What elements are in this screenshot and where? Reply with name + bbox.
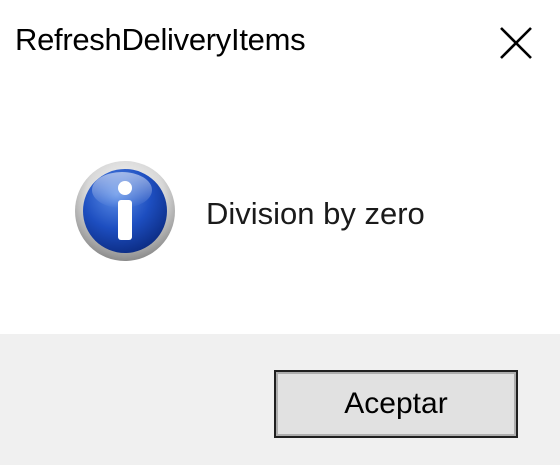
info-icon — [72, 158, 178, 264]
message-text: Division by zero — [206, 196, 425, 231]
dialog-content: Division by zero — [0, 86, 560, 334]
message-dialog: RefreshDeliveryItems Division by zero Ac… — [0, 0, 560, 465]
accept-button[interactable]: Aceptar — [274, 370, 518, 438]
dialog-footer: Aceptar — [0, 334, 560, 465]
window-title: RefreshDeliveryItems — [15, 22, 306, 57]
close-button[interactable] — [472, 0, 560, 86]
close-icon — [500, 27, 532, 59]
title-bar[interactable]: RefreshDeliveryItems — [0, 0, 560, 86]
